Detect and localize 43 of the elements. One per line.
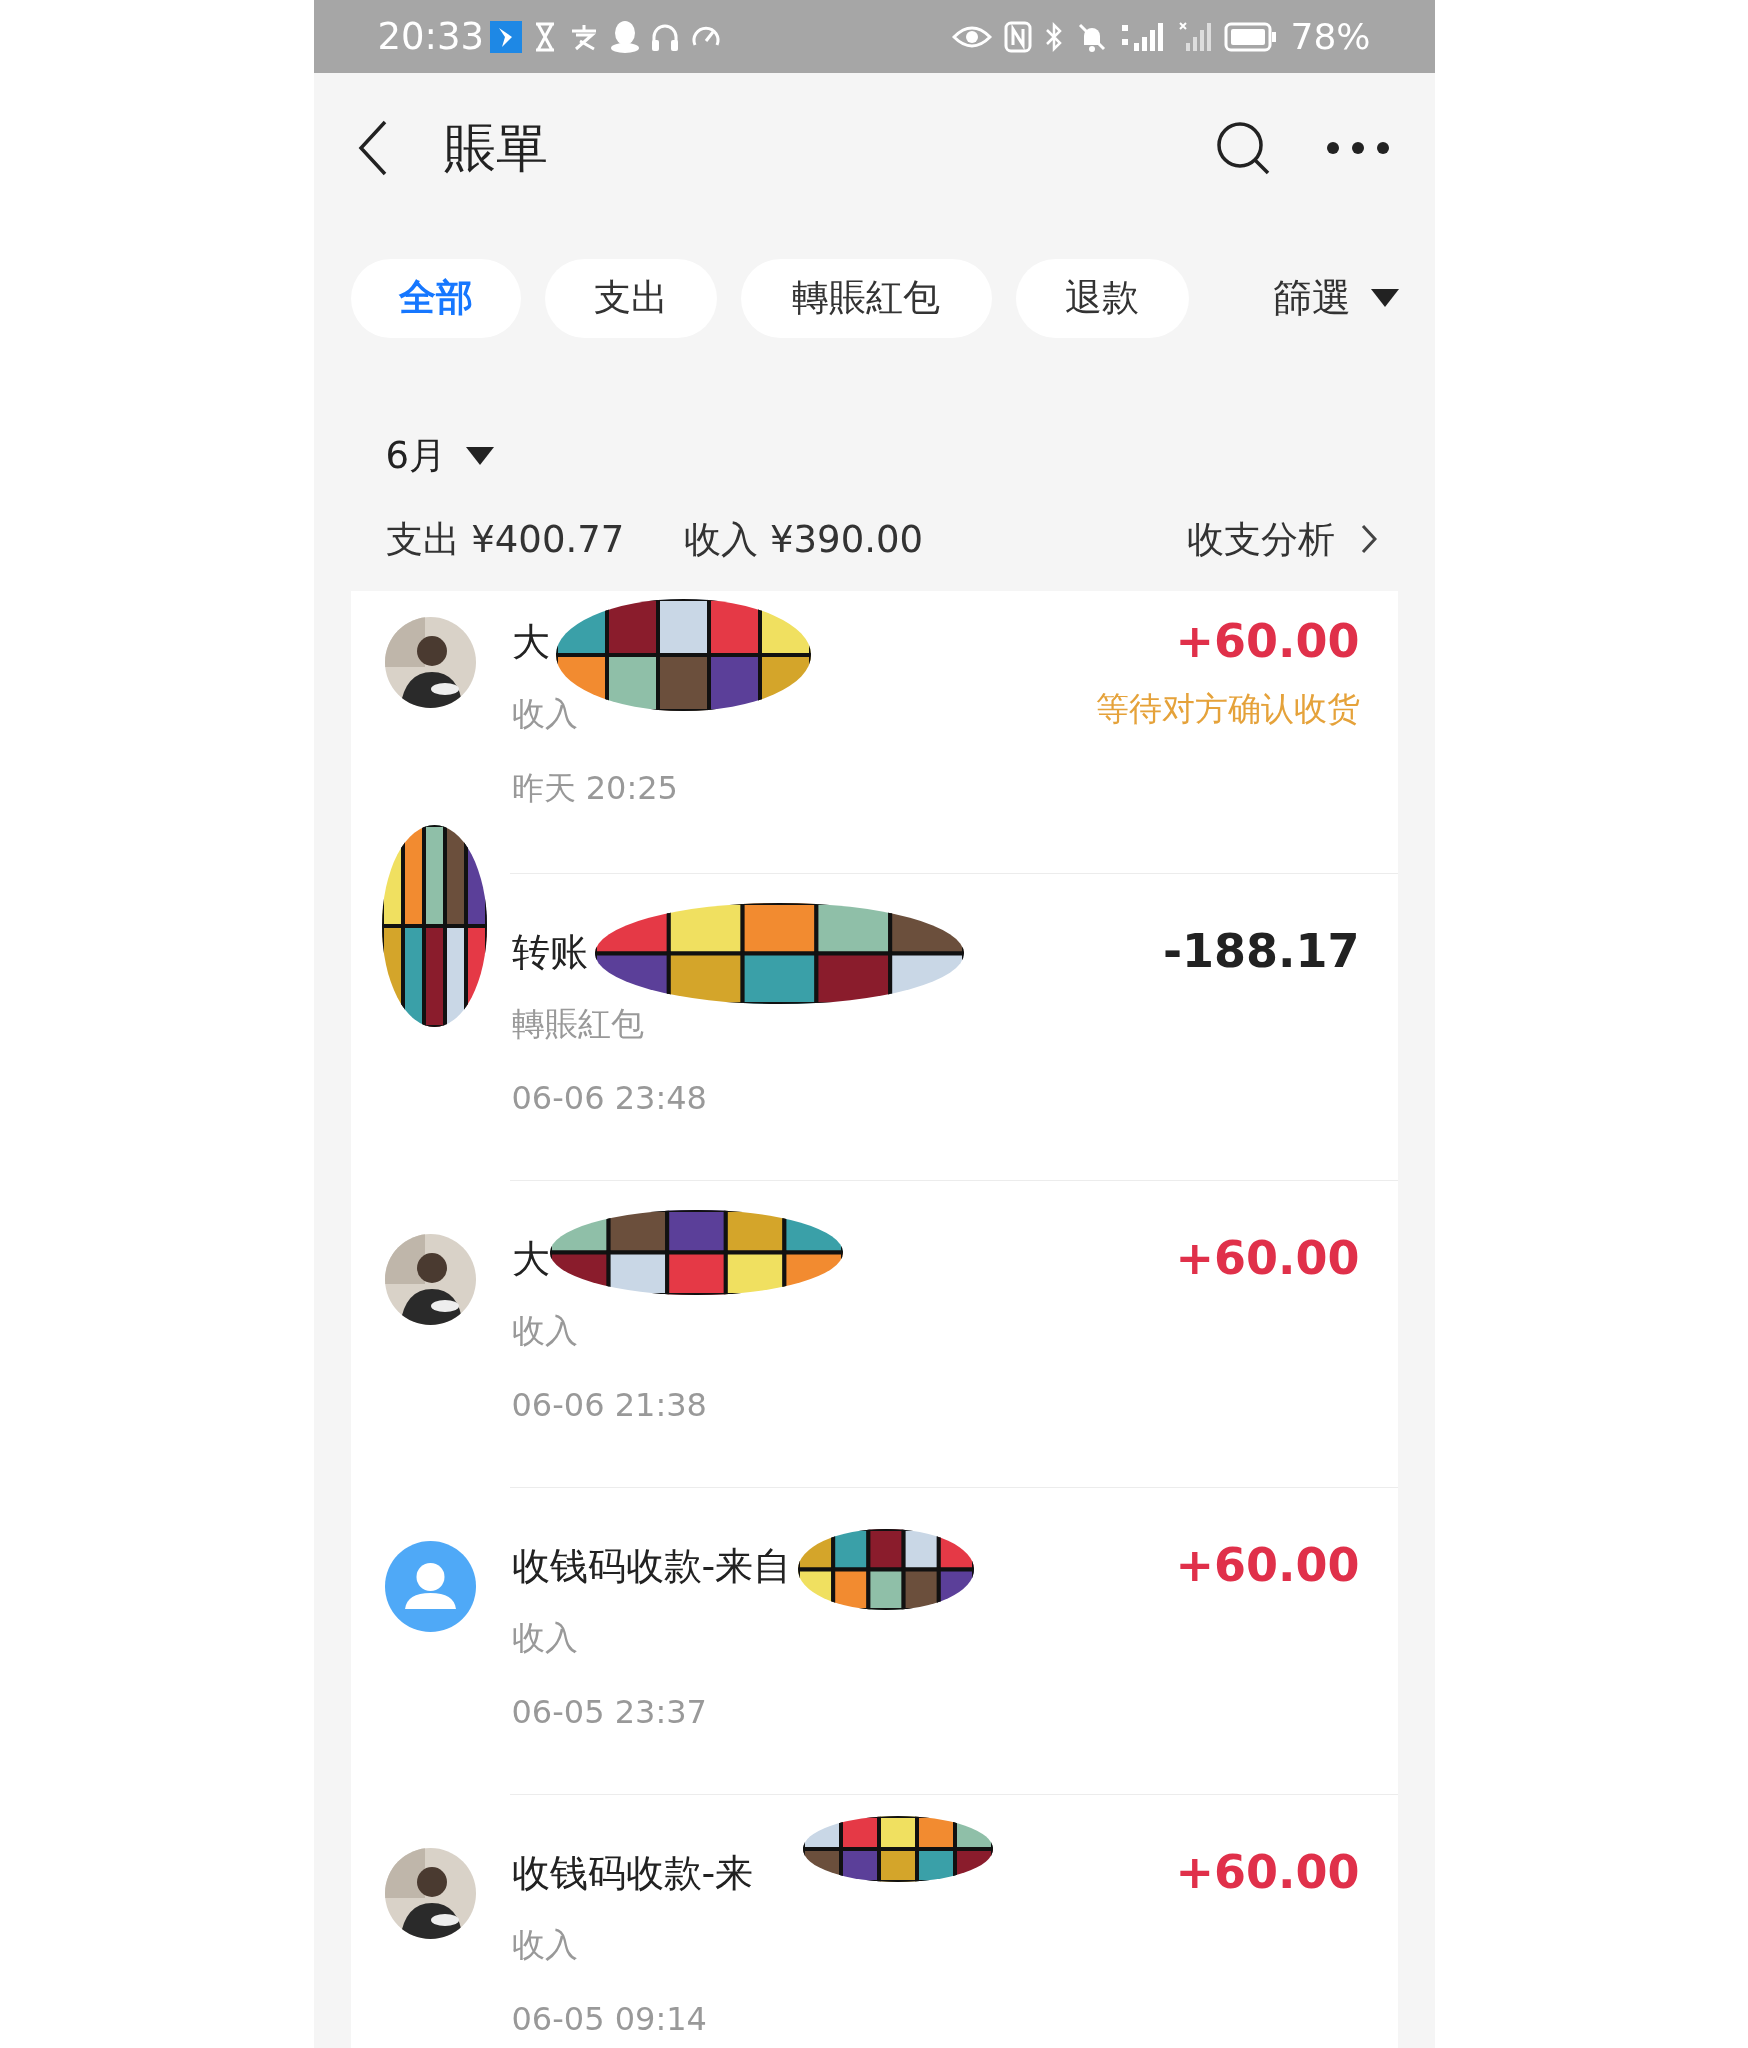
transaction-title: 收钱码收款-来自	[511, 1543, 792, 1590]
transaction-time: 06-05 23:37	[511, 1692, 707, 1733]
battery-percentage: 78%	[1290, 18, 1371, 55]
transaction-category: 轉賬紅包	[511, 1003, 644, 1045]
filter-tab[interactable]: 退款	[1015, 258, 1189, 338]
analysis-link[interactable]: 收支分析	[1186, 511, 1377, 567]
transaction-time: 06-06 21:38	[511, 1385, 707, 1426]
transaction-title: 大	[511, 1236, 550, 1283]
no-signal-icon	[1178, 20, 1213, 53]
transaction-amount: -188.17	[1162, 927, 1360, 975]
filter-tab[interactable]: 支出	[544, 258, 717, 338]
transaction-amount: +60.00	[1175, 1848, 1360, 1896]
transaction-category: 收入	[511, 1310, 578, 1352]
income-total: 收入 ¥390.00	[684, 516, 924, 563]
transaction-time: 昨天 20:25	[511, 768, 678, 809]
app-notification-icon	[490, 20, 523, 53]
transaction-time: 06-06 23:48	[511, 1078, 707, 1119]
clock-time: 20:33	[377, 18, 485, 55]
expense-total: 支出 ¥400.77	[385, 516, 625, 563]
transaction-title: 收钱码收款-来	[511, 1850, 754, 1897]
page-title: 賬單	[443, 117, 548, 180]
transaction-category: 收入	[511, 1924, 578, 1966]
transaction-amount: +60.00	[1175, 617, 1360, 665]
more-icon	[1325, 141, 1390, 155]
filter-tab[interactable]: 全部	[350, 258, 521, 338]
transaction-amount: +60.00	[1175, 1234, 1360, 1282]
filter-tab[interactable]: 轉賬紅包	[740, 258, 992, 338]
dropdown-triangle-icon	[466, 446, 495, 465]
nfc-icon	[1004, 20, 1033, 53]
transaction-category: 收入	[511, 693, 578, 735]
transaction-title: 转账	[511, 929, 588, 976]
transaction-time: 06-05 09:14	[511, 1999, 707, 2040]
chevron-right-icon	[1360, 524, 1377, 555]
month-selector[interactable]: 6月	[385, 428, 495, 484]
transaction-title: 大	[511, 619, 550, 666]
dropdown-triangle-icon	[1370, 289, 1399, 307]
search-icon	[1214, 120, 1271, 176]
transaction-amount: +60.00	[1175, 1541, 1360, 1589]
transaction-status: 等待对方确认收货	[1095, 688, 1360, 730]
chat-app-icon	[610, 19, 641, 54]
filter-dropdown[interactable]: 篩選	[1272, 258, 1399, 338]
transaction-category: 收入	[511, 1617, 578, 1659]
battery-icon	[1224, 21, 1279, 52]
